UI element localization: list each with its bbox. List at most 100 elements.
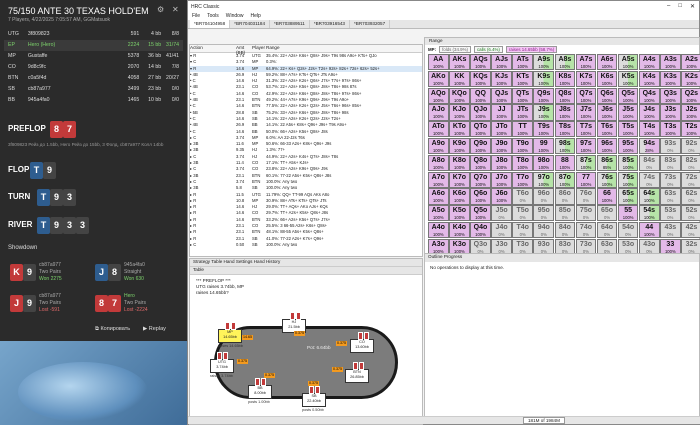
hand-cell-j7s[interactable]: J7s 100% bbox=[575, 104, 597, 121]
hand-cell-ajo[interactable]: AJo 100% bbox=[428, 104, 449, 121]
hand-cell-a8s[interactable]: A8s 100% bbox=[554, 54, 576, 71]
hand-cell-86o[interactable]: 86o 0% bbox=[554, 188, 576, 205]
hand-cell-j3s[interactable]: J3s 100% bbox=[660, 104, 681, 121]
hand-cell-a6o[interactable]: A6o 100% bbox=[428, 188, 449, 205]
menu-window[interactable]: Window bbox=[226, 13, 244, 19]
hand-cell-87s[interactable]: 87s 100% bbox=[575, 154, 597, 172]
hand-cell-t3s[interactable]: T3s 100% bbox=[660, 121, 681, 138]
hand-cell-a9o[interactable]: A9o 100% bbox=[428, 137, 449, 155]
copy-button[interactable]: ⧉ Копировать bbox=[95, 326, 130, 333]
hand-cell-q7o[interactable]: Q7o 100% bbox=[470, 171, 491, 188]
hand-cell-kto[interactable]: KTo 100% bbox=[449, 121, 470, 138]
hand-cell-a7o[interactable]: A7o 100% bbox=[428, 171, 449, 188]
hand-cell-98s[interactable]: 98s 100% bbox=[554, 137, 576, 155]
hand-cell-k6s[interactable]: K6s 100% bbox=[596, 70, 618, 88]
hand-cell-97o[interactable]: 97o 100% bbox=[533, 171, 555, 188]
hand-cell-j6o[interactable]: J6o 100% bbox=[491, 188, 512, 205]
hand-cell-95o[interactable]: 95o 0% bbox=[533, 205, 555, 222]
hand-cell-a4s[interactable]: A4s 100% bbox=[638, 54, 660, 71]
outline-tabs[interactable]: Outline Progress bbox=[425, 254, 699, 262]
hand-cell-qjs[interactable]: QJs 100% bbox=[491, 87, 512, 104]
hand-cell-98o[interactable]: 98o 100% bbox=[533, 154, 555, 172]
hand-cell-k5s[interactable]: K5s 100% bbox=[617, 70, 639, 88]
hand-cell-94s[interactable]: 94s 28% bbox=[638, 137, 660, 155]
hand-cell-j4s[interactable]: J4s 100% bbox=[638, 104, 660, 121]
hand-cell-52s[interactable]: 52s 0% bbox=[681, 205, 700, 222]
hand-cell-kqs[interactable]: KQs 100% bbox=[470, 70, 491, 88]
hand-cell-53s[interactable]: 53s 0% bbox=[660, 205, 681, 222]
hand-cell-a2s[interactable]: A2s 100% bbox=[681, 54, 700, 71]
tree-row[interactable]: ▸ C 0.50 SB 100.0%: Any two bbox=[190, 242, 422, 248]
seat-utg[interactable]: UTG 3.74bb bbox=[210, 359, 234, 373]
hand-cell-a5s[interactable]: A5s 100% bbox=[617, 54, 639, 71]
hand-cell-j6s[interactable]: J6s 100% bbox=[596, 104, 618, 121]
table-tab[interactable]: Table bbox=[190, 267, 422, 275]
hand-cell-q5o[interactable]: Q5o 100% bbox=[470, 205, 491, 222]
hand-cell-k4s[interactable]: K4s 100% bbox=[638, 70, 660, 88]
hand-cell-a4o[interactable]: A4o 100% bbox=[428, 221, 449, 239]
hand-cell-aqo[interactable]: AQo 100% bbox=[428, 87, 449, 104]
hand-cell-t9s[interactable]: T9s 100% bbox=[533, 121, 555, 138]
hand-cell-54s[interactable]: 54s 100% bbox=[638, 205, 660, 222]
hand-cell-76o[interactable]: 76o 0% bbox=[575, 188, 597, 205]
hand-cell-t6s[interactable]: T6s 100% bbox=[596, 121, 618, 138]
hand-cell-k8o[interactable]: K8o 100% bbox=[449, 154, 470, 172]
hand-cell-63s[interactable]: 63s 0% bbox=[660, 188, 681, 205]
seat-btn[interactable]: BTN 26.85bb bbox=[345, 369, 369, 383]
hand-cell-a9s[interactable]: A9s 100% bbox=[533, 54, 555, 71]
hand-cell-a6s[interactable]: A6s 100% bbox=[596, 54, 618, 71]
bottom-tabs[interactable]: Strategy Table Hand Settings Hand Histor… bbox=[190, 259, 422, 267]
hand-cell-a7s[interactable]: A7s 100% bbox=[575, 54, 597, 71]
hand-cell-75s[interactable]: 75s 100% bbox=[617, 171, 639, 188]
hand-cell-kts[interactable]: KTs 100% bbox=[512, 70, 533, 88]
hand-cell-k4o[interactable]: K4o 100% bbox=[449, 221, 470, 239]
hand-cell-73s[interactable]: 73s 0% bbox=[660, 171, 681, 188]
hand-cell-t9o[interactable]: T9o 100% bbox=[512, 137, 533, 155]
hand-cell-k3s[interactable]: K3s 100% bbox=[660, 70, 681, 88]
hand-cell-ats[interactable]: ATs 100% bbox=[512, 54, 533, 71]
hand-cell-43s[interactable]: 43s 0% bbox=[660, 221, 681, 239]
hand-cell-k5o[interactable]: K5o 100% bbox=[449, 205, 470, 222]
hand-cell-87o[interactable]: 87o 100% bbox=[554, 171, 576, 188]
hand-cell-85o[interactable]: 85o 0% bbox=[554, 205, 576, 222]
hand-cell-72s[interactable]: 72s 0% bbox=[681, 171, 700, 188]
hand-cell-t8o[interactable]: T8o 100% bbox=[512, 154, 533, 172]
hand-cell-jto[interactable]: JTo 100% bbox=[491, 121, 512, 138]
hand-cell-66[interactable]: 66 100% bbox=[596, 188, 618, 205]
hand-cell-64o[interactable]: 64o 0% bbox=[596, 221, 618, 239]
hand-cell-a8o[interactable]: A8o 100% bbox=[428, 154, 449, 172]
hand-cell-82s[interactable]: 82s 0% bbox=[681, 154, 700, 172]
hand-cell-ako[interactable]: AKo 100% bbox=[428, 70, 449, 88]
hand-cell-84s[interactable]: 84s 0% bbox=[638, 154, 660, 172]
menu-help[interactable]: Help bbox=[251, 13, 261, 19]
hand-cell-j9o[interactable]: J9o 100% bbox=[491, 137, 512, 155]
hand-cell-q9o[interactable]: Q9o 100% bbox=[470, 137, 491, 155]
hand-cell-42s[interactable]: 42s 0% bbox=[681, 221, 700, 239]
hand-cell-t8s[interactable]: T8s 100% bbox=[554, 121, 576, 138]
hand-cell-q5s[interactable]: Q5s 100% bbox=[617, 87, 639, 104]
hand-cell-55[interactable]: 55 100% bbox=[617, 205, 639, 222]
hand-cell-t4o[interactable]: T4o 0% bbox=[512, 221, 533, 239]
hand-cell-jj[interactable]: JJ 100% bbox=[491, 104, 512, 121]
hand-cell-kk[interactable]: KK 100% bbox=[449, 70, 470, 88]
hand-cell-kjo[interactable]: KJo 100% bbox=[449, 104, 470, 121]
hand-cell-j8s[interactable]: J8s 100% bbox=[554, 104, 576, 121]
hand-cell-65s[interactable]: 65s 100% bbox=[617, 188, 639, 205]
hand-cell-96o[interactable]: 96o 0% bbox=[533, 188, 555, 205]
hand-cell-q4s[interactable]: Q4s 100% bbox=[638, 87, 660, 104]
tab-hand-1[interactable]: *BR704104958 bbox=[190, 20, 231, 28]
seat-mp[interactable]: MP 14.65bb bbox=[218, 329, 242, 343]
hand-cell-94o[interactable]: 94o 0% bbox=[533, 221, 555, 239]
seat-bb[interactable]: BB 8.00bb bbox=[248, 385, 272, 399]
hand-cell-83s[interactable]: 83s 0% bbox=[660, 154, 681, 172]
folds-filter[interactable]: folds (34.9%) bbox=[439, 45, 471, 53]
hand-cell-q8s[interactable]: Q8s 100% bbox=[554, 87, 576, 104]
hand-cell-aa[interactable]: AA 100% bbox=[428, 54, 449, 71]
tab-hand-4[interactable]: *BR703916543 bbox=[310, 20, 350, 28]
raises-filter[interactable]: raises 14.65bb (58.7%) bbox=[505, 45, 558, 53]
hand-cell-j5s[interactable]: J5s 100% bbox=[617, 104, 639, 121]
tab-hand-5[interactable]: *BR703932057 bbox=[350, 20, 391, 28]
seat-co[interactable]: CO 13.60bb bbox=[350, 339, 374, 353]
tab-hand-2[interactable]: *BR704031184 bbox=[230, 20, 270, 28]
hand-cell-ajs[interactable]: AJs 100% bbox=[491, 54, 512, 71]
